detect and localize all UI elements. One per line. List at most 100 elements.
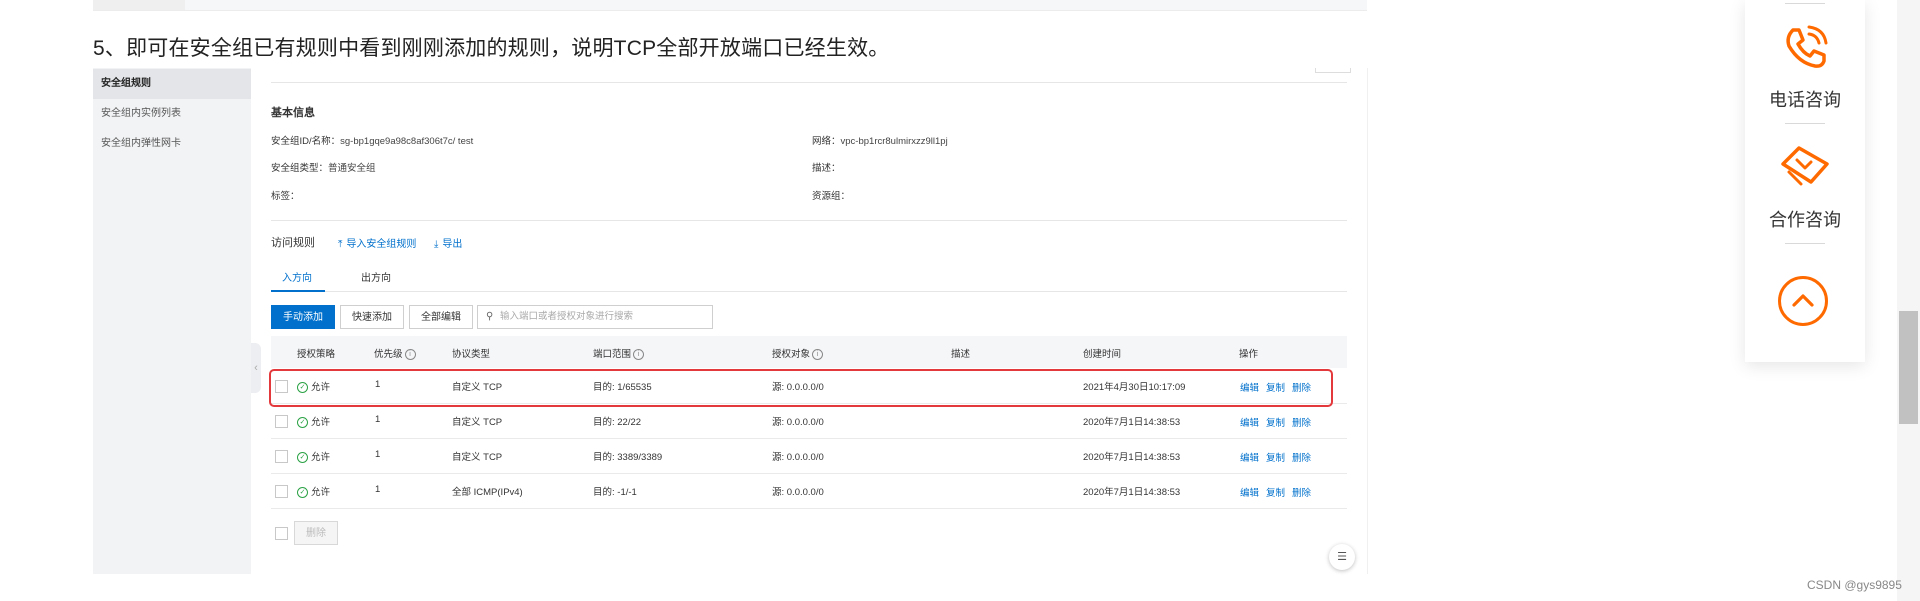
divider bbox=[271, 220, 1347, 221]
column-header-port: 端口范围 i bbox=[593, 346, 645, 360]
column-header: 授权策略 bbox=[297, 349, 336, 360]
download-icon: ⤓ bbox=[434, 239, 439, 250]
highlight-box bbox=[269, 369, 1333, 407]
search-input[interactable]: ⚲ 输入端口或者授权对象进行搜索 bbox=[477, 305, 713, 329]
row-divider bbox=[271, 508, 1347, 509]
column-header-object: 授权对象 i bbox=[772, 346, 824, 360]
field-sg-id: 安全组ID/名称：sg-bp1gqe9a98c8af306t7c/ test bbox=[271, 133, 473, 147]
back-to-top-button[interactable] bbox=[1778, 276, 1828, 326]
previous-block-edge bbox=[93, 0, 1367, 11]
tab-inbound[interactable]: 入方向 bbox=[282, 269, 312, 284]
row-checkbox[interactable] bbox=[275, 415, 288, 428]
sidebar-collapse-handle[interactable]: ‹ bbox=[251, 343, 261, 393]
policy-label: 允许 bbox=[311, 452, 331, 463]
field-label: 标签： bbox=[271, 191, 300, 202]
object-cell: 源: 0.0.0.0/0 bbox=[772, 452, 824, 463]
policy-label: 允许 bbox=[311, 487, 331, 498]
column-header: 操作 bbox=[1239, 349, 1259, 360]
bulk-delete-button[interactable]: 删除 bbox=[294, 521, 338, 545]
tab-outbound[interactable]: 出方向 bbox=[361, 269, 391, 284]
import-rules-link[interactable]: ⤒ 导入安全组规则 bbox=[338, 235, 416, 250]
search-icon: ⚲ bbox=[486, 311, 494, 322]
copy-link[interactable]: 复制 bbox=[1266, 450, 1285, 464]
check-circle-icon: ✓ bbox=[297, 416, 308, 428]
edit-link[interactable]: 编辑 bbox=[1240, 415, 1259, 429]
upload-icon: ⤒ bbox=[338, 239, 343, 250]
quick-add-button[interactable]: 快速添加 bbox=[340, 305, 404, 329]
field-label: 描述： bbox=[812, 163, 841, 174]
priority-cell: 1 bbox=[375, 484, 381, 495]
column-header-label: 端口范围 bbox=[593, 349, 632, 360]
edit-link[interactable]: 编辑 bbox=[1240, 485, 1259, 499]
cooperate-consult-label[interactable]: 合作咨询 bbox=[1745, 206, 1865, 232]
column-header-label: 授权对象 bbox=[772, 349, 811, 360]
chat-button[interactable]: ☰ bbox=[1329, 544, 1355, 570]
edit-all-button[interactable]: 全部编辑 bbox=[409, 305, 473, 329]
priority-cell: 1 bbox=[375, 449, 381, 460]
tabs-divider bbox=[271, 291, 1347, 292]
article-step-text: 5、即可在安全组已有规则中看到刚刚添加的规则，说明TCP全部开放端口已经生效。 bbox=[93, 37, 890, 60]
panel-divider bbox=[1785, 243, 1825, 244]
field-label: 资源组： bbox=[812, 191, 851, 202]
created-cell: 2020年7月1日14:38:53 bbox=[1083, 487, 1181, 498]
sidebar-item-security-rules[interactable]: 安全组规则 bbox=[93, 69, 251, 99]
field-value: vpc-bp1rcr8ulmirxzz9ll1pj bbox=[840, 136, 948, 147]
search-placeholder: 输入端口或者授权对象进行搜索 bbox=[500, 311, 634, 322]
chevron-up-icon bbox=[1792, 294, 1814, 307]
select-all-checkbox[interactable] bbox=[275, 527, 288, 540]
contact-float-panel: 电话咨询 合作咨询 bbox=[1745, 0, 1865, 362]
policy-cell: ✓ 允许 bbox=[297, 414, 330, 428]
scrollbar-thumb[interactable] bbox=[1899, 311, 1918, 424]
priority-cell: 1 bbox=[375, 414, 381, 425]
info-icon: i bbox=[404, 348, 416, 360]
field-description: 描述： bbox=[812, 160, 841, 174]
copy-link[interactable]: 复制 bbox=[1266, 485, 1285, 499]
handshake-icon[interactable] bbox=[1745, 138, 1865, 199]
field-sg-type: 安全组类型：普通安全组 bbox=[271, 160, 376, 174]
field-value: 普通安全组 bbox=[328, 163, 376, 174]
console-screenshot: 安全组规则 安全组内实例列表 安全组内弹性网卡 ‹ 基本信息 安全组ID/名称：… bbox=[93, 68, 1368, 574]
policy-cell: ✓ 允许 bbox=[297, 449, 330, 463]
phone-consult-label[interactable]: 电话咨询 bbox=[1745, 86, 1865, 112]
chat-icon: ☰ bbox=[1337, 551, 1347, 563]
delete-link[interactable]: 删除 bbox=[1292, 485, 1311, 499]
page-scrollbar[interactable] bbox=[1897, 0, 1920, 601]
corner-button-edge bbox=[1315, 68, 1351, 73]
basic-info-title: 基本信息 bbox=[271, 107, 315, 119]
export-link[interactable]: ⤓ 导出 bbox=[434, 235, 462, 250]
object-cell: 源: 0.0.0.0/0 bbox=[772, 487, 824, 498]
phone-icon[interactable] bbox=[1745, 20, 1865, 81]
sidebar-item-eni[interactable]: 安全组内弹性网卡 bbox=[93, 129, 251, 159]
panel-divider bbox=[1785, 123, 1825, 124]
port-cell: 目的: 22/22 bbox=[593, 417, 642, 428]
row-checkbox[interactable] bbox=[275, 485, 288, 498]
tab-active-indicator bbox=[271, 290, 325, 292]
manual-add-button[interactable]: 手动添加 bbox=[271, 305, 335, 329]
copy-link[interactable]: 复制 bbox=[1266, 415, 1285, 429]
field-tags: 标签： bbox=[271, 188, 300, 202]
import-rules-label: 导入安全组规则 bbox=[346, 239, 417, 250]
policy-label: 允许 bbox=[311, 417, 331, 428]
column-header-label: 优先级 bbox=[374, 349, 403, 360]
access-rules-title: 访问规则 bbox=[271, 237, 315, 249]
watermark: CSDN @gys9895 bbox=[1807, 578, 1902, 592]
previous-block-sidebar-edge bbox=[93, 0, 185, 10]
column-header-priority: 优先级 i bbox=[374, 346, 416, 360]
field-label: 网络： bbox=[812, 136, 841, 147]
edit-link[interactable]: 编辑 bbox=[1240, 450, 1259, 464]
field-label: 安全组类型： bbox=[271, 163, 329, 174]
created-cell: 2020年7月1日14:38:53 bbox=[1083, 452, 1181, 463]
info-icon: i bbox=[812, 348, 824, 360]
sidebar-item-instance-list[interactable]: 安全组内实例列表 bbox=[93, 99, 251, 129]
protocol-cell: 自定义 TCP bbox=[452, 417, 503, 428]
field-label: 安全组ID/名称： bbox=[271, 136, 341, 147]
delete-link[interactable]: 删除 bbox=[1292, 450, 1311, 464]
port-cell: 目的: -1/-1 bbox=[593, 487, 637, 498]
object-cell: 源: 0.0.0.0/0 bbox=[772, 417, 824, 428]
console-sidebar: 安全组规则 安全组内实例列表 安全组内弹性网卡 bbox=[93, 68, 251, 574]
delete-link[interactable]: 删除 bbox=[1292, 415, 1311, 429]
field-value: sg-bp1gqe9a98c8af306t7c/ test bbox=[340, 136, 474, 147]
divider bbox=[271, 82, 1347, 83]
protocol-cell: 全部 ICMP(IPv4) bbox=[452, 487, 523, 498]
row-checkbox[interactable] bbox=[275, 450, 288, 463]
